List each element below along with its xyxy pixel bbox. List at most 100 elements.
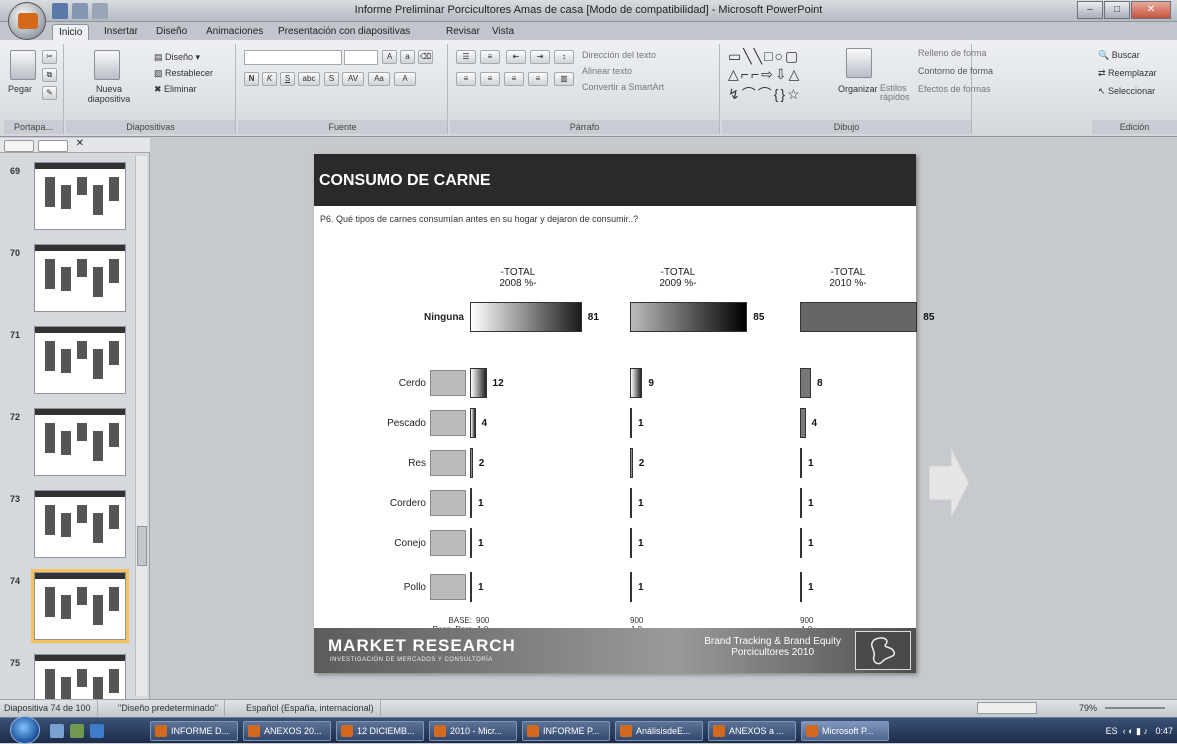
tab-revisar[interactable]: Revisar bbox=[440, 24, 486, 40]
justify-icon[interactable]: ≡ bbox=[528, 72, 548, 86]
copy-icon[interactable]: ⧉ bbox=[42, 68, 57, 82]
new-slide-button[interactable]: Nueva diapositiva bbox=[84, 84, 134, 104]
bar[interactable] bbox=[470, 572, 472, 602]
maximize-button[interactable]: □ bbox=[1104, 1, 1130, 19]
bar[interactable] bbox=[800, 302, 918, 332]
bar[interactable] bbox=[470, 448, 473, 478]
delete-button[interactable]: ✖ Eliminar bbox=[154, 84, 197, 95]
reset-button[interactable]: ▧ Restablecer bbox=[154, 68, 213, 79]
slide-canvas[interactable]: CONSUMO DE CARNE P6. Qué tipos de carnes… bbox=[314, 154, 934, 673]
slide-title[interactable]: CONSUMO DE CARNE bbox=[319, 172, 491, 190]
language-indicator[interactable]: Español (España, internacional) bbox=[246, 700, 381, 716]
shape-fill-button[interactable]: Relleno de forma bbox=[918, 48, 987, 58]
layout-button[interactable]: ▤ Diseño ▾ bbox=[154, 52, 200, 63]
bar[interactable] bbox=[470, 528, 472, 558]
smartart-button[interactable]: Convertir a SmartArt bbox=[582, 82, 664, 92]
panel-scrollbar[interactable] bbox=[135, 156, 147, 696]
shadow-icon[interactable]: S bbox=[324, 72, 339, 86]
clock[interactable]: 0:47 bbox=[1155, 726, 1173, 736]
slide-thumbnail[interactable] bbox=[31, 569, 129, 643]
find-button[interactable]: 🔍 Buscar bbox=[1098, 50, 1140, 61]
text-direction-button[interactable]: Dirección del texto bbox=[582, 50, 656, 60]
slide-question[interactable]: P6. Qué tipos de carnes consumían antes … bbox=[320, 214, 638, 224]
next-arrow-icon[interactable] bbox=[929, 448, 969, 518]
bar[interactable] bbox=[470, 408, 476, 438]
bar[interactable] bbox=[800, 572, 802, 602]
shape-effects-button[interactable]: Efectos de formas bbox=[918, 84, 991, 94]
clear-format-icon[interactable]: ⌫ bbox=[418, 50, 433, 64]
ie-icon[interactable] bbox=[90, 724, 104, 738]
bar[interactable] bbox=[470, 368, 487, 398]
close-icon[interactable]: ✕ bbox=[76, 138, 84, 149]
italic-button[interactable]: K bbox=[262, 72, 277, 86]
shrink-font-icon[interactable]: a bbox=[400, 50, 415, 64]
shapes-gallery[interactable]: ▭╲╲□○▢ bbox=[728, 48, 800, 65]
columns-icon[interactable]: ▥ bbox=[554, 72, 574, 86]
bar[interactable] bbox=[630, 408, 632, 438]
taskbar-item[interactable]: ANEXOS a ... bbox=[708, 721, 796, 741]
slide-thumbnail[interactable] bbox=[34, 244, 126, 312]
paste-button[interactable]: Pegar bbox=[8, 84, 32, 94]
zoom-slider[interactable] bbox=[1105, 707, 1165, 709]
line-spacing-icon[interactable]: ↕ bbox=[554, 50, 574, 64]
bar[interactable] bbox=[630, 448, 633, 478]
tab-animaciones[interactable]: Animaciones bbox=[200, 24, 269, 40]
taskbar-item[interactable]: Microsoft P... bbox=[801, 721, 889, 741]
bar[interactable] bbox=[470, 302, 582, 332]
taskbar-item[interactable]: 2010 - Micr... bbox=[429, 721, 517, 741]
tab-slides[interactable] bbox=[4, 140, 34, 152]
decrease-indent-icon[interactable]: ⇤ bbox=[506, 50, 526, 64]
bar[interactable] bbox=[800, 488, 802, 518]
theme-name[interactable]: "Diseño predeterminado" bbox=[118, 700, 225, 716]
bar[interactable] bbox=[630, 302, 748, 332]
paste-icon[interactable] bbox=[10, 50, 36, 80]
slide-thumbnail[interactable] bbox=[34, 326, 126, 394]
bar[interactable] bbox=[800, 528, 802, 558]
bar[interactable] bbox=[630, 368, 643, 398]
start-button[interactable] bbox=[10, 716, 40, 744]
align-right-icon[interactable]: ≡ bbox=[504, 72, 524, 86]
slide-thumbnail[interactable] bbox=[34, 490, 126, 558]
tab-vista[interactable]: Vista bbox=[486, 24, 520, 40]
bar[interactable] bbox=[630, 488, 632, 518]
show-desktop-icon[interactable] bbox=[50, 724, 64, 738]
tab-presentacion[interactable]: Presentación con diapositivas bbox=[272, 24, 416, 40]
tab-insertar[interactable]: Insertar bbox=[98, 24, 144, 40]
grow-font-icon[interactable]: A bbox=[382, 50, 397, 64]
change-case-icon[interactable]: Aa bbox=[368, 72, 390, 86]
font-family-combo[interactable] bbox=[244, 50, 342, 65]
tab-inicio[interactable]: Inicio bbox=[52, 24, 90, 40]
taskbar-item[interactable]: INFORME P... bbox=[522, 721, 610, 741]
bold-button[interactable]: N bbox=[244, 72, 259, 86]
slide-thumbnail[interactable] bbox=[34, 162, 126, 230]
explorer-icon[interactable] bbox=[70, 724, 84, 738]
align-text-button[interactable]: Alinear texto bbox=[582, 66, 632, 76]
taskbar-item[interactable]: INFORME D... bbox=[150, 721, 238, 741]
cut-icon[interactable]: ✂ bbox=[42, 50, 57, 64]
scrollbar-thumb[interactable] bbox=[137, 526, 147, 566]
close-button[interactable]: ✕ bbox=[1131, 1, 1171, 19]
minimize-button[interactable]: – bbox=[1077, 1, 1103, 19]
arrange-button[interactable]: Organizar bbox=[838, 84, 878, 94]
shape-outline-button[interactable]: Contorno de forma bbox=[918, 66, 993, 76]
quick-styles-button[interactable]: Estilos rápidos bbox=[880, 84, 916, 102]
view-buttons[interactable] bbox=[977, 702, 1037, 714]
taskbar-item[interactable]: AnálisisdeE... bbox=[615, 721, 703, 741]
format-painter-icon[interactable]: ✎ bbox=[42, 86, 57, 100]
bar[interactable] bbox=[800, 448, 802, 478]
arrange-icon[interactable] bbox=[846, 48, 872, 78]
align-left-icon[interactable]: ≡ bbox=[456, 72, 476, 86]
select-button[interactable]: ↖ Seleccionar bbox=[1098, 86, 1155, 97]
font-color-icon[interactable]: A bbox=[394, 72, 416, 86]
numbering-icon[interactable]: ≡ bbox=[480, 50, 500, 64]
new-slide-icon[interactable] bbox=[94, 50, 120, 80]
align-center-icon[interactable]: ≡ bbox=[480, 72, 500, 86]
replace-button[interactable]: ⇄ Reemplazar bbox=[1098, 68, 1157, 79]
tab-outline[interactable] bbox=[38, 140, 68, 152]
taskbar-item[interactable]: ANEXOS 20... bbox=[243, 721, 331, 741]
bullets-icon[interactable]: ☰ bbox=[456, 50, 476, 64]
taskbar-item[interactable]: 12 DICIEMB... bbox=[336, 721, 424, 741]
strike-icon[interactable]: abc bbox=[298, 72, 320, 86]
bar[interactable] bbox=[630, 528, 632, 558]
shapes-gallery-row3[interactable]: ↯⌒⌒{}☆ bbox=[728, 84, 802, 104]
